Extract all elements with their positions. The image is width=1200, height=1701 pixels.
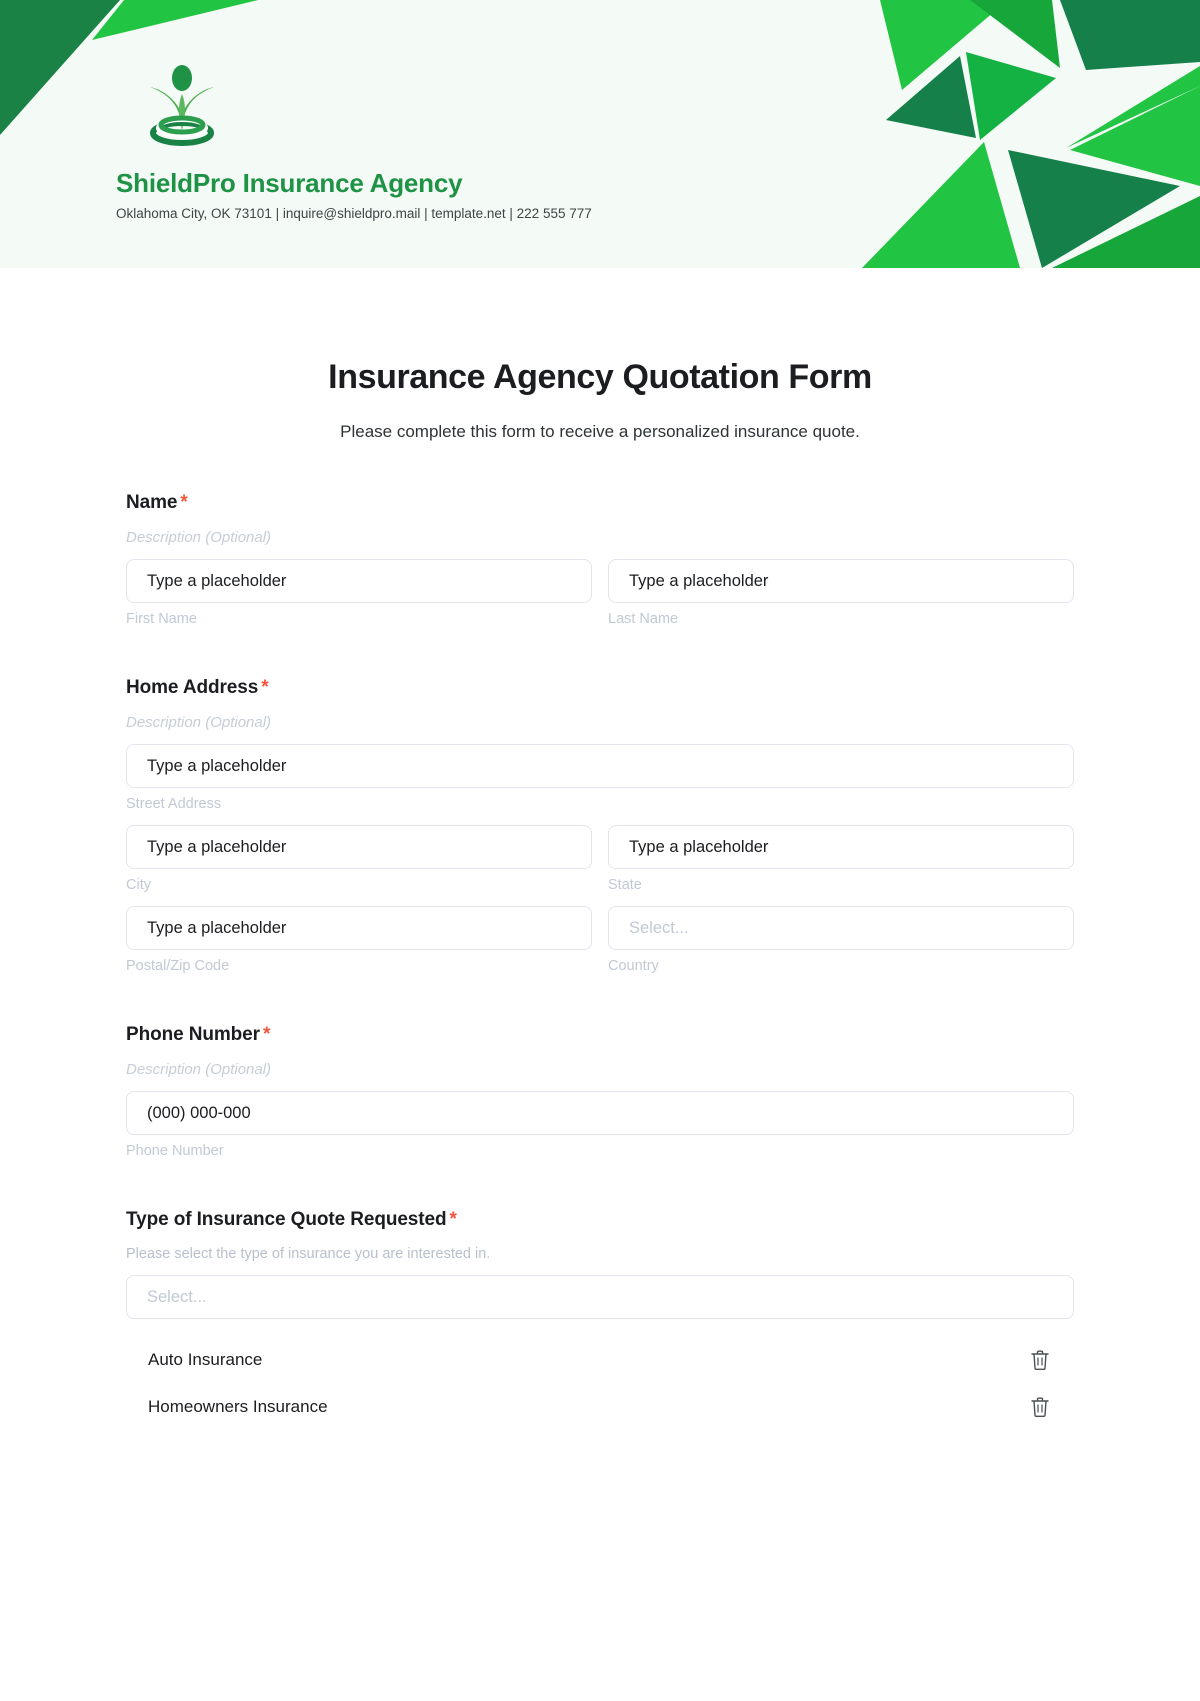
last-name-col: Type a placeholder Last Name — [608, 559, 1074, 627]
field-home-address-label: Home Address * — [126, 677, 1074, 699]
required-marker: * — [449, 1209, 457, 1230]
street-address-col: Type a placeholder Street Address — [126, 744, 1074, 812]
field-home-address-label-text: Home Address — [126, 677, 259, 698]
phone-input-row: (000) 000-000 Phone Number — [126, 1091, 1074, 1159]
first-name-input[interactable]: Type a placeholder — [126, 559, 592, 603]
postal-code-sub-label: Postal/Zip Code — [126, 958, 230, 974]
field-phone-number-label-text: Phone Number — [126, 1024, 260, 1045]
city-sub-label: City — [126, 877, 151, 893]
list-item[interactable]: Auto Insurance — [126, 1336, 1074, 1383]
required-marker: * — [261, 677, 269, 698]
field-insurance-type-description: Please select the type of insurance you … — [126, 1246, 491, 1262]
city-input[interactable]: Type a placeholder — [126, 825, 592, 869]
list-item[interactable]: Homeowners Insurance — [126, 1383, 1074, 1430]
city-col: Type a placeholder City — [126, 825, 592, 893]
page-title: Insurance Agency Quotation Form — [328, 358, 872, 396]
postal-country-row: Type a placeholder Postal/Zip Code Selec… — [126, 906, 1074, 974]
field-insurance-type-label-text: Type of Insurance Quote Requested — [126, 1209, 447, 1230]
country-sub-label: Country — [608, 958, 659, 974]
field-home-address-description: Description (Optional) — [126, 714, 272, 731]
option-label: Homeowners Insurance — [148, 1396, 328, 1416]
field-name: Name * Description (Optional) Type a plac… — [126, 492, 1074, 627]
brand-block: ShieldPro Insurance Agency Oklahoma City… — [116, 62, 592, 221]
country-col: Select... Country — [608, 906, 1074, 974]
field-insurance-type: Type of Insurance Quote Requested * Pleas… — [126, 1209, 1074, 1430]
trash-icon[interactable] — [1030, 1396, 1050, 1418]
field-phone-number-label: Phone Number * — [126, 1024, 1074, 1046]
person-sprout-logo-icon — [134, 62, 230, 150]
insurance-select-col: Select... — [126, 1275, 1074, 1319]
field-insurance-type-label: Type of Insurance Quote Requested * — [126, 1209, 1074, 1231]
required-marker: * — [180, 492, 188, 513]
postal-col: Type a placeholder Postal/Zip Code — [126, 906, 592, 974]
field-phone-number: Phone Number * Description (Optional) (00… — [126, 1024, 1074, 1159]
quotation-form-page: ShieldPro Insurance Agency Oklahoma City… — [0, 0, 1200, 1701]
last-name-sub-label: Last Name — [608, 611, 679, 627]
header-right-triangle-art — [862, 0, 1200, 268]
phone-number-input[interactable]: (000) 000-000 — [126, 1091, 1074, 1135]
page-header: ShieldPro Insurance Agency Oklahoma City… — [0, 0, 1200, 268]
option-label: Auto Insurance — [148, 1349, 263, 1369]
trash-icon[interactable] — [1030, 1349, 1050, 1371]
field-name-label: Name * — [126, 492, 1074, 514]
field-name-description: Description (Optional) — [126, 529, 272, 546]
field-home-address: Home Address * Description (Optional) Typ… — [126, 677, 1074, 974]
state-sub-label: State — [608, 877, 642, 893]
page-subtitle: Please complete this form to receive a p… — [340, 422, 860, 441]
required-marker: * — [262, 1024, 271, 1045]
brand-name: ShieldPro Insurance Agency — [116, 168, 463, 198]
name-input-row: Type a placeholder First Name Type a pla… — [126, 559, 1074, 627]
city-state-row: Type a placeholder City Type a placehold… — [126, 825, 1074, 893]
insurance-select-row: Select... — [126, 1275, 1074, 1319]
state-input[interactable]: Type a placeholder — [608, 825, 1074, 869]
postal-code-input[interactable]: Type a placeholder — [126, 906, 592, 950]
insurance-type-select[interactable]: Select... — [126, 1275, 1074, 1319]
street-address-sub-label: Street Address — [126, 796, 222, 812]
street-address-row: Type a placeholder Street Address — [126, 744, 1074, 812]
first-name-sub-label: First Name — [126, 611, 197, 627]
phone-number-sub-label: Phone Number — [126, 1143, 224, 1159]
last-name-input[interactable]: Type a placeholder — [608, 559, 1074, 603]
street-address-input[interactable]: Type a placeholder — [126, 744, 1074, 788]
state-col: Type a placeholder State — [608, 825, 1074, 893]
form-body: Insurance Agency Quotation Form Please c… — [0, 358, 1200, 1430]
first-name-col: Type a placeholder First Name — [126, 559, 592, 627]
field-name-label-text: Name — [126, 492, 178, 513]
phone-col: (000) 000-000 Phone Number — [126, 1091, 1074, 1159]
field-phone-number-description: Description (Optional) — [126, 1061, 272, 1078]
insurance-option-list: Auto Insurance Homeowners Insurance — [126, 1336, 1074, 1430]
country-select[interactable]: Select... — [608, 906, 1074, 950]
brand-contact-line: Oklahoma City, OK 73101 | inquire@shield… — [116, 206, 592, 221]
